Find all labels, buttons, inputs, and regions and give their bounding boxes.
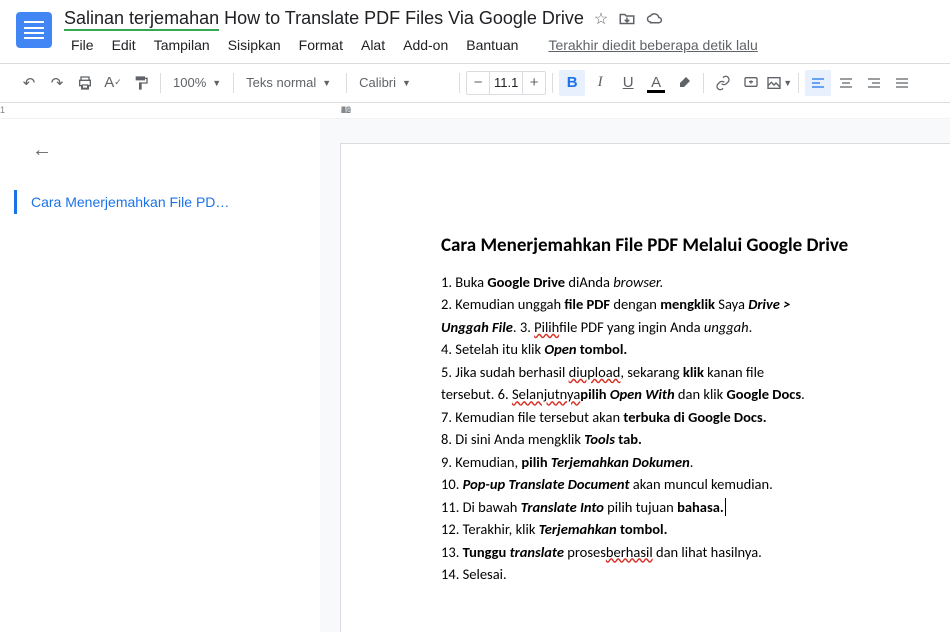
text-color-button[interactable]: A (643, 70, 669, 96)
redo-button[interactable]: ↷ (44, 70, 70, 96)
document-canvas[interactable]: Cara Menerjemahkan File PDF Melalui Goog… (320, 119, 950, 632)
font-size-increase[interactable]: + (523, 74, 545, 91)
menu-format[interactable]: Format (292, 33, 350, 57)
menu-file[interactable]: File (64, 33, 101, 57)
docs-logo-icon[interactable] (16, 12, 52, 48)
bold-button[interactable]: B (559, 70, 585, 96)
move-icon[interactable] (618, 10, 636, 28)
paint-format-button[interactable] (128, 70, 154, 96)
align-right-button[interactable] (861, 70, 887, 96)
italic-button[interactable]: I (587, 70, 613, 96)
menu-addons[interactable]: Add-on (396, 33, 455, 57)
header-bar: Salinan terjemahan How to Translate PDF … (0, 0, 950, 57)
menu-view[interactable]: Tampilan (147, 33, 217, 57)
font-size-control: − 11.1 + (466, 71, 546, 95)
add-comment-button[interactable] (738, 70, 764, 96)
align-justify-button[interactable] (889, 70, 915, 96)
insert-link-button[interactable] (710, 70, 736, 96)
last-edit-link[interactable]: Terakhir diedit beberapa detik lalu (541, 33, 764, 57)
align-center-button[interactable] (833, 70, 859, 96)
doc-heading: Cara Menerjemahkan File PDF Melalui Goog… (441, 234, 950, 257)
menu-help[interactable]: Bantuan (459, 33, 525, 57)
align-left-button[interactable] (805, 70, 831, 96)
menu-tools[interactable]: Alat (354, 33, 392, 57)
menu-bar: File Edit Tampilan Sisipkan Format Alat … (64, 33, 934, 57)
text-cursor (724, 498, 726, 516)
ruler[interactable]: 112345678910111213 (0, 103, 950, 119)
font-size-value[interactable]: 11.1 (489, 72, 523, 94)
menu-insert[interactable]: Sisipkan (221, 33, 288, 57)
zoom-dropdown[interactable]: 100%▼ (167, 70, 227, 96)
outline-back-icon[interactable]: ← (32, 139, 296, 162)
undo-button[interactable]: ↶ (16, 70, 42, 96)
outline-item-heading[interactable]: Cara Menerjemahkan File PD… (14, 190, 296, 214)
document-title[interactable]: Salinan terjemahan How to Translate PDF … (64, 8, 584, 29)
highlight-button[interactable] (671, 70, 697, 96)
spellcheck-button[interactable]: A✓ (100, 70, 126, 96)
cloud-status-icon[interactable] (646, 10, 664, 28)
underline-button[interactable]: U (615, 70, 641, 96)
title-row: Salinan terjemahan How to Translate PDF … (64, 8, 934, 29)
toolbar: ↶ ↷ A✓ 100%▼ Teks normal▼ Calibri▼ − 11.… (0, 63, 950, 103)
print-button[interactable] (72, 70, 98, 96)
document-outline: ← Cara Menerjemahkan File PD… (0, 119, 320, 632)
insert-image-button[interactable]: ▼ (766, 70, 792, 96)
document-page[interactable]: Cara Menerjemahkan File PDF Melalui Goog… (340, 143, 950, 632)
doc-body: 1. Buka Google Drive diAnda browser. 2. … (441, 271, 950, 586)
font-size-decrease[interactable]: − (467, 74, 489, 91)
paragraph-style-dropdown[interactable]: Teks normal▼ (240, 70, 340, 96)
font-dropdown[interactable]: Calibri▼ (353, 70, 453, 96)
menu-edit[interactable]: Edit (105, 33, 143, 57)
star-icon[interactable]: ☆ (594, 9, 608, 29)
